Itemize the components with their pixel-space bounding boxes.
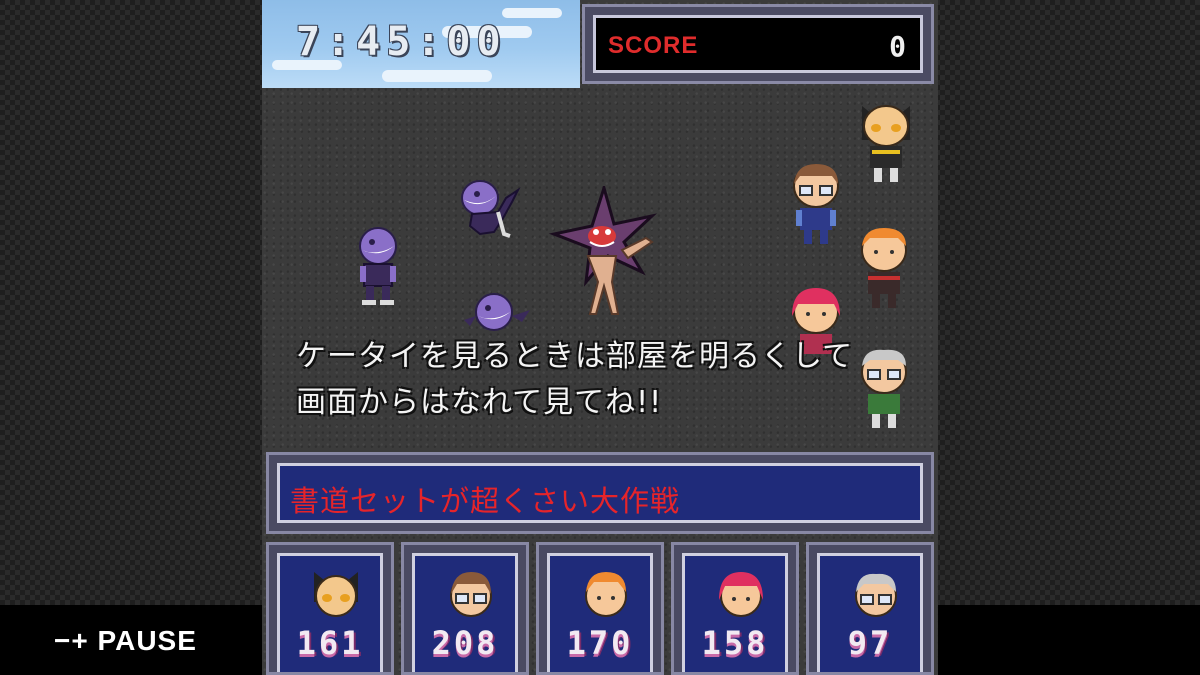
hp-value: 158 <box>701 624 769 662</box>
sky-clock-panel: 7:45:00 <box>262 0 580 88</box>
brown-hair-glasses-face-icon <box>450 572 492 617</box>
party-status-card: 161 <box>266 542 394 675</box>
purple-ghost-enemy-icon <box>464 293 530 331</box>
purple-ghost-enemy-icon <box>461 180 521 238</box>
purple-ghost-enemy-icon <box>359 227 397 305</box>
hp-value: 170 <box>566 624 634 662</box>
score-value: 0 <box>889 30 906 63</box>
party-status-card: 170 <box>536 542 664 675</box>
bald-cat-ear-face-icon <box>314 572 358 617</box>
pause-control[interactable]: −+ PAUSE <box>54 625 197 657</box>
hp-value: 97 <box>847 624 893 662</box>
mission-title: 書道セットが超くさい大作戦 <box>290 484 681 518</box>
brown-hair-glasses-hero-icon <box>793 164 839 244</box>
right-letterbox-bar <box>938 605 1200 675</box>
warning-dialog: ケータイを見るときは部屋を明るくして 画面からはなれて見てね!! <box>296 334 853 426</box>
party-status-card: 208 <box>401 542 529 675</box>
party-status-row: 161 208 170 158 97 <box>266 542 934 675</box>
score-panel: SCORE 0 <box>582 4 934 84</box>
party-status-card: 97 <box>806 542 934 675</box>
pause-label[interactable]: PAUSE <box>98 625 197 657</box>
bald-cat-ear-hero-icon <box>862 105 910 182</box>
dialog-line-1: ケータイを見るときは部屋を明るくして <box>296 339 854 374</box>
grandma-hero-icon <box>861 349 907 428</box>
time-display: 7:45:00 <box>296 19 507 65</box>
grandma-face-icon <box>855 573 897 617</box>
party-status-card: 158 <box>671 542 799 675</box>
orange-hair-hero-icon <box>861 228 907 308</box>
starfish-monster-boss-icon <box>548 186 657 315</box>
pause-bar: −+ PAUSE <box>0 605 262 675</box>
dialog-line-2: 画面からはなれて見てね!! <box>296 385 663 420</box>
hp-value: 208 <box>431 624 499 662</box>
minus-icon[interactable]: − <box>54 625 71 657</box>
orange-hair-face-icon <box>585 572 627 617</box>
mission-title-panel: 書道セットが超くさい大作戦 <box>266 452 934 534</box>
hp-value: 161 <box>296 624 364 662</box>
plus-icon[interactable]: + <box>71 625 88 657</box>
score-label: SCORE <box>608 32 699 59</box>
pink-hair-face-icon <box>719 572 763 617</box>
game-screen: 7:45:00 SCORE 0 ケータイを見るときは部屋を明るくして 画面からは… <box>262 0 938 675</box>
